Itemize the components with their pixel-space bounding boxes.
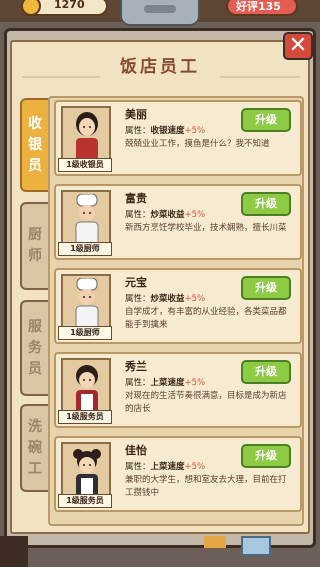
attr-label: 属性： — [125, 210, 151, 220]
waitress-portrait — [61, 442, 111, 498]
staff-name: 美丽 — [125, 108, 147, 121]
coin-counter: 1270 — [21, 0, 108, 16]
attr-name: 上菜速度 — [150, 378, 185, 388]
staff-attribute: 属性：炒菜收益+5% — [125, 292, 205, 304]
staff-card: 1级服务员 秀兰 属性：上菜速度+5% 对现在的生活节奏很满意，目标是成为新店的… — [54, 352, 302, 428]
staff-description: 对现在的生活节奏很满意，目标是成为新店的店长 — [125, 391, 287, 414]
attr-bonus: +5% — [184, 294, 206, 304]
attr-name: 炒菜收益 — [150, 210, 185, 220]
staff-attribute: 属性：炒菜收益+5% — [125, 208, 205, 220]
bottom-gold-strip — [204, 536, 226, 548]
chef-man-portrait — [61, 274, 111, 330]
upgrade-button[interactable]: 升级 — [241, 444, 291, 468]
attr-name: 上菜速度 — [150, 462, 185, 472]
tab-chef[interactable]: 厨 师 — [20, 202, 50, 290]
coin-icon — [21, 0, 41, 16]
upgrade-button[interactable]: 升级 — [241, 276, 291, 300]
attr-name: 收银速度 — [150, 126, 185, 136]
attr-bonus: +5% — [184, 378, 206, 388]
tab-dishwasher-char: 工 — [28, 460, 42, 477]
tab-dishwasher-char: 洗 — [28, 418, 42, 435]
attr-bonus: +5% — [184, 126, 206, 136]
attr-bonus: +5% — [184, 210, 206, 220]
upgrade-button[interactable]: 升级 — [241, 192, 291, 216]
attr-label: 属性： — [125, 378, 151, 388]
staff-card: 1级收银员 美丽 属性：收银速度+5% 兢兢业业工作，摸鱼是什么？我不知道 升级 — [54, 100, 302, 176]
coin-amount: 1270 — [54, 0, 85, 11]
staff-description: 新西方烹饪学校毕业，技术娴熟，擅长川菜 — [125, 223, 287, 233]
waitress-portrait — [61, 358, 111, 414]
staff-description: 自学成才，有丰富的从业经验，各类菜品都能手到擒来 — [125, 307, 287, 330]
tab-waiter[interactable]: 服 务 员 — [20, 300, 50, 396]
level-tag: 1级服务员 — [58, 494, 112, 508]
tab-chef-char: 师 — [28, 248, 42, 264]
staff-attribute: 属性：上菜速度+5% — [125, 376, 205, 388]
tab-cashier-char: 银 — [28, 136, 42, 153]
tab-chef-char: 厨 — [28, 227, 42, 243]
staff-card: 1级厨师 富贵 属性：炒菜收益+5% 新西方烹饪学校毕业，技术娴熟，擅长川菜 升… — [54, 184, 302, 260]
upgrade-button[interactable]: 升级 — [241, 360, 291, 384]
staff-description: 兼职的大学生，想和室友去大理，目前在打工攒钱中 — [125, 475, 287, 498]
chef-man-portrait — [61, 190, 111, 246]
staff-name: 秀兰 — [125, 360, 147, 373]
staff-description: 兢兢业业工作，摸鱼是什么？我不知道 — [125, 139, 270, 149]
staff-card: 1级厨师 元宝 属性：炒菜收益+5% 自学成才，有丰富的从业经验，各类菜品都能手… — [54, 268, 302, 344]
rating-label: 好评135 — [236, 0, 281, 13]
staff-attribute: 属性：上菜速度+5% — [125, 460, 205, 472]
clipboard-clip — [120, 0, 200, 26]
tab-cashier-char: 员 — [28, 157, 42, 174]
staff-name: 元宝 — [125, 276, 147, 289]
panel-title: 饭店员工 — [120, 57, 200, 77]
tab-dishwasher-char: 碗 — [28, 439, 42, 456]
tab-waiter-char: 服 — [28, 318, 42, 335]
tab-waiter-char: 务 — [28, 339, 42, 356]
bottom-blue-tab[interactable] — [241, 536, 271, 556]
attr-name: 炒菜收益 — [150, 294, 185, 304]
attr-bonus: +5% — [184, 462, 206, 472]
staff-name: 富贵 — [125, 192, 147, 205]
staff-attribute: 属性：收银速度+5% — [125, 124, 205, 136]
cashier-woman-portrait — [61, 106, 111, 162]
close-x-icon: ✕ — [288, 33, 308, 58]
attr-label: 属性： — [125, 294, 151, 304]
bottom-background-shelf — [0, 536, 28, 567]
staff-card: 1级服务员 佳怡 属性：上菜速度+5% 兼职的大学生，想和室友去大理，目前在打工… — [54, 436, 302, 512]
staff-name: 佳怡 — [125, 444, 147, 457]
level-tag: 1级收银员 — [58, 158, 112, 172]
upgrade-button[interactable]: 升级 — [241, 108, 291, 132]
level-tag: 1级厨师 — [58, 242, 112, 256]
tab-cashier-char: 收 — [28, 115, 42, 132]
close-button[interactable]: ✕ — [283, 32, 313, 60]
attr-label: 属性： — [125, 126, 151, 136]
attr-label: 属性： — [125, 462, 151, 472]
rating-counter: 好评135 — [226, 0, 298, 16]
tab-cashier[interactable]: 收 银 员 — [20, 98, 50, 192]
tab-waiter-char: 员 — [28, 360, 42, 377]
level-tag: 1级服务员 — [58, 410, 112, 424]
level-tag: 1级厨师 — [58, 326, 112, 340]
tab-dishwasher[interactable]: 洗 碗 工 — [20, 404, 50, 492]
